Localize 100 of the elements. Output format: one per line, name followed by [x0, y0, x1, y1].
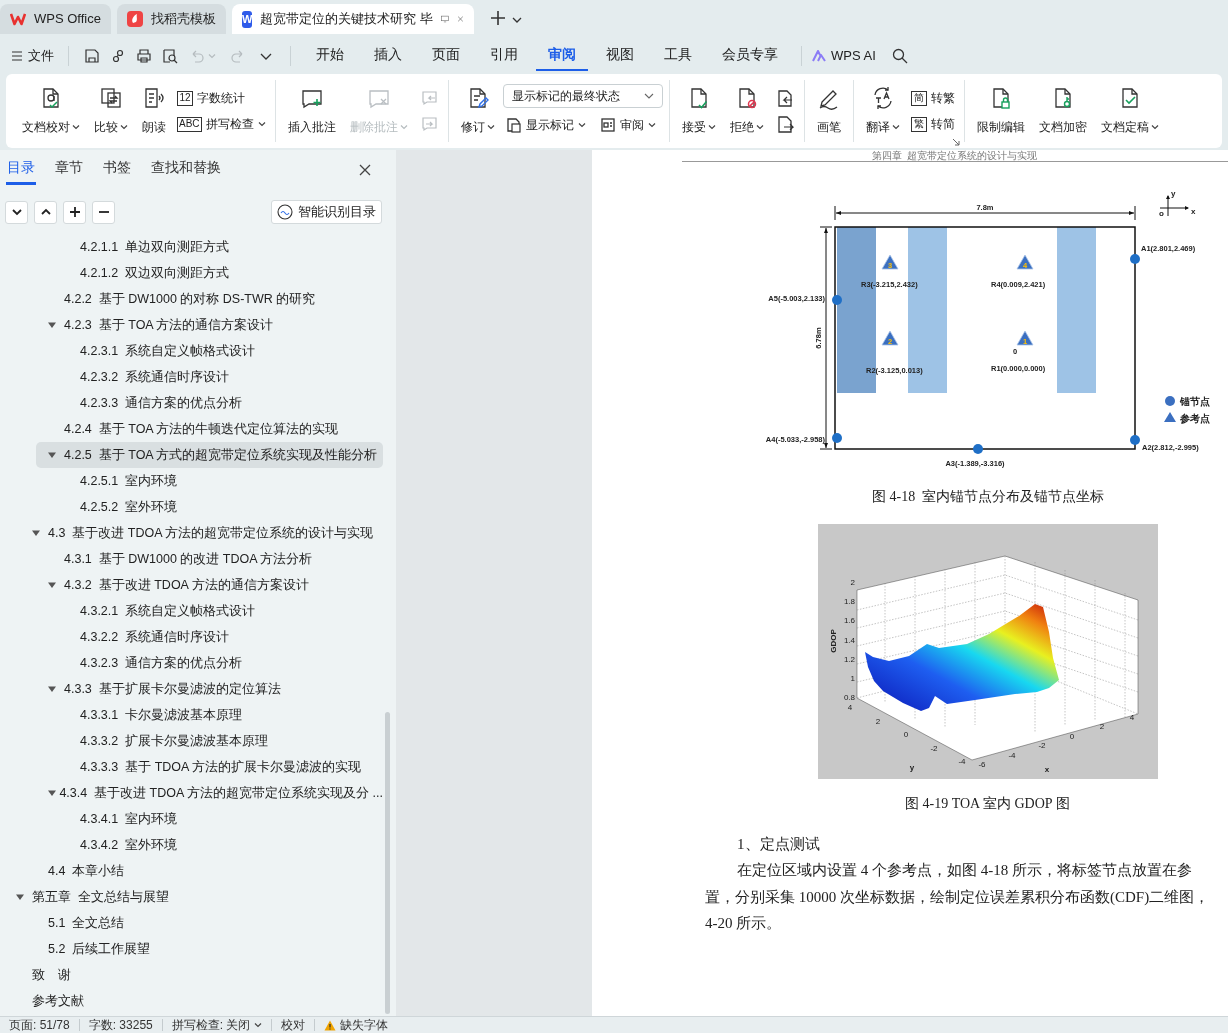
toc-item[interactable]: 4.3.2.2 系统通信时序设计 [52, 624, 383, 650]
smart-toc-button[interactable]: 智能识别目录 [271, 200, 382, 224]
chevron-down-icon[interactable] [511, 16, 522, 24]
toc-item[interactable]: 4.3.2 基于改进 TDOA 方法的通信方案设计 [36, 572, 383, 598]
toc-item[interactable]: 4.2.2 基于 DW1000 的对称 DS-TWR 的研究 [36, 286, 383, 312]
status-button[interactable]: 缺失字体 [315, 1016, 398, 1033]
ribbon-button[interactable]: 审阅 [596, 112, 659, 138]
markup-view-dropdown[interactable]: 显示标记的最终状态 [502, 84, 663, 108]
panel-tab[interactable]: 章节 [54, 155, 84, 185]
ribbon-button[interactable]: 插入批注 [281, 80, 342, 142]
panel-tab[interactable]: 查找和替换 [150, 155, 222, 185]
tick-label: 4 [847, 703, 853, 712]
toc-item[interactable]: 4.3.3.1 卡尔曼滤波基本原理 [52, 702, 383, 728]
ribbon-tab[interactable]: 审阅 [536, 41, 588, 71]
ai-button[interactable]: WPS AI [810, 46, 878, 66]
browser-tab[interactable]: W 超宽带定位的关键技术研究 毕 [231, 4, 474, 34]
toc-item[interactable]: 致 谢 [4, 962, 383, 988]
file-menu[interactable]: 文件 [8, 43, 58, 69]
ribbon-tab[interactable]: 插入 [362, 41, 414, 71]
ribbon-button[interactable]: 文档定稿 [1094, 80, 1165, 142]
toc-item[interactable]: 4.2.3.1 系统自定义帧格式设计 [52, 338, 383, 364]
scrollbar-thumb[interactable] [385, 712, 390, 1014]
axis-label: y [1171, 189, 1176, 198]
status-text: 字数: 33255 [87, 1017, 154, 1033]
ribbon-button[interactable]: 画笔 [810, 80, 847, 142]
browser-tab[interactable]: 找稻壳模板 [116, 4, 226, 34]
ribbon-button[interactable]: 繁 转简 [907, 111, 958, 137]
toc-item[interactable]: 4.3 基于改进 TDOA 方法的超宽带定位系统的设计与实现 [20, 520, 383, 546]
toc-item[interactable]: 4.2.5 基于 TOA 方式的超宽带定位系统实现及性能分析 [36, 442, 383, 468]
add-button[interactable] [63, 200, 86, 224]
legend-circle [1165, 396, 1175, 406]
ribbon-tab[interactable]: 工具 [652, 41, 704, 71]
ribbon-tab[interactable]: 页面 [420, 41, 472, 71]
ribbon-button[interactable]: 翻译 [859, 80, 906, 142]
tick-label: -6 [978, 760, 986, 769]
ribbon-button[interactable]: 文档校对 [16, 80, 86, 142]
toc-item[interactable]: 4.3.2.1 系统自定义帧格式设计 [52, 598, 383, 624]
toc-item[interactable]: 4.3.1 基于 DW1000 的改进 TDOA 方法分析 [36, 546, 383, 572]
toc-item[interactable]: 4.2.1.2 双边双向测距方式 [52, 260, 383, 286]
traditional-icon: 简 [910, 90, 927, 106]
ribbon-button[interactable]: 12 字数统计 [174, 85, 269, 111]
toc-item[interactable]: 4.3.4 基于改进 TDOA 方法的超宽带定位系统实现及分 ... [36, 780, 383, 806]
ribbon-button[interactable]: 接受 [675, 80, 722, 142]
toc-item[interactable]: 参考文献 [4, 988, 383, 1014]
previous-change-icon[interactable] [775, 89, 794, 107]
toc-item[interactable]: 4.3.4.1 室内环境 [52, 806, 383, 832]
ribbon-button[interactable]: ABC 拼写检查 [174, 111, 269, 137]
more-icon[interactable] [260, 52, 272, 60]
toc-item[interactable]: 4.2.4 基于 TOA 方法的牛顿迭代定位算法的实现 [36, 416, 383, 442]
ribbon-tab[interactable]: 开始 [304, 41, 356, 71]
plus-icon [67, 205, 82, 219]
remove-button[interactable] [92, 200, 115, 224]
link-icon[interactable] [110, 48, 126, 64]
toc-item[interactable]: 4.2.3 基于 TOA 方法的通信方案设计 [36, 312, 383, 338]
ribbon-button[interactable]: 显示标记 [502, 112, 589, 138]
toc-item[interactable]: 4.2.1.1 单边双向测距方式 [52, 234, 383, 260]
ribbon-tab[interactable]: 会员专享 [710, 41, 790, 71]
ribbon-button[interactable]: 简 转繁 [907, 85, 958, 111]
ribbon-tab[interactable]: 引用 [478, 41, 530, 71]
search-icon[interactable] [891, 48, 908, 64]
panel-tab[interactable]: 目录 [6, 155, 36, 185]
collapse-button[interactable] [5, 200, 28, 224]
toc-item[interactable]: 4.4 本章小结 [20, 858, 383, 884]
toc-item[interactable]: 4.2.5.2 室外环境 [52, 494, 383, 520]
toc-item[interactable]: 4.3.3.3 基于 TDOA 方法的扩展卡尔曼滤波的实现 [52, 754, 383, 780]
toc-item[interactable]: 5.1 全文总结 [20, 910, 383, 936]
toc-item[interactable]: 4.2.5.1 室内环境 [52, 468, 383, 494]
ribbon-button[interactable]: 修订 [454, 80, 501, 142]
ribbon-button[interactable]: 文档加密 [1032, 80, 1093, 142]
next-change-icon[interactable] [775, 115, 794, 133]
tick-label: 0.8 [843, 693, 855, 703]
status-text: 页面: 51/78 [8, 1017, 71, 1033]
print-preview-icon[interactable] [162, 48, 178, 64]
expand-button[interactable] [34, 200, 57, 224]
browser-tab[interactable]: WPS Office [0, 4, 111, 34]
toc-item[interactable]: 4.3.3 基于扩展卡尔曼滤波的定位算法 [36, 676, 383, 702]
anchor-point [832, 295, 842, 305]
toc-item[interactable]: 4.2.3.2 系统通信时序设计 [52, 364, 383, 390]
toc-item[interactable]: 4.3.3.2 扩展卡尔曼滤波基本原理 [52, 728, 383, 754]
tick-label: -4 [1008, 750, 1016, 760]
figure-caption: 图 4-18 室内锚节点分布及锚节点坐标 [872, 488, 1106, 506]
toc-item[interactable]: 第五章 全文总结与展望 [4, 884, 383, 910]
toc-item[interactable]: 4.3.2.3 通信方案的优点分析 [52, 650, 383, 676]
simplified-icon: 繁 [910, 116, 927, 132]
panel-tab[interactable]: 书签 [102, 155, 132, 185]
dialog-launcher-icon[interactable] [951, 138, 960, 146]
print-icon[interactable] [136, 48, 152, 64]
ribbon-tab[interactable]: 视图 [594, 41, 646, 71]
toc-item[interactable]: 5.2 后续工作展望 [20, 936, 383, 962]
status-button[interactable]: 拼写检查: 关闭 [162, 1016, 272, 1033]
ai-logo-icon [812, 50, 826, 62]
ribbon-button[interactable]: 比较 [88, 80, 134, 142]
toc-item[interactable]: 4.3.4.2 室外环境 [52, 832, 383, 858]
ribbon-button[interactable]: 拒绝 [723, 80, 770, 142]
ribbon-button[interactable]: 朗读 [136, 80, 172, 142]
close-icon[interactable] [359, 164, 371, 176]
new-tab-icon[interactable] [489, 10, 506, 26]
save-icon[interactable] [84, 48, 100, 64]
toc-item[interactable]: 4.2.3.3 通信方案的优点分析 [52, 390, 383, 416]
ribbon-button[interactable]: 限制编辑 [970, 80, 1031, 142]
